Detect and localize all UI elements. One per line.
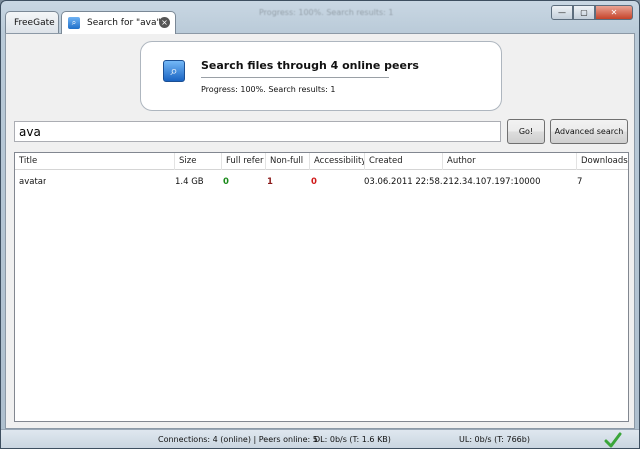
search-summary-card: ⌕ Search files through 4 online peers Pr…: [140, 41, 502, 111]
cell-downloads: 7: [577, 177, 583, 187]
cell-accessibility: 0: [311, 177, 317, 187]
search-icon: ⌕: [163, 60, 185, 82]
search-heading: Search files through 4 online peers: [201, 59, 419, 72]
search-progress: Progress: 100%. Search results: 1: [201, 85, 336, 94]
cell-full-refer: 0: [223, 177, 229, 187]
heading-divider: [201, 77, 389, 78]
cell-non-full: 1: [267, 177, 273, 187]
column-header-size[interactable]: Size: [175, 153, 222, 170]
search-panel: ⌕ Search files through 4 online peers Pr…: [5, 33, 635, 429]
tab-label: FreeGate: [14, 17, 55, 28]
cell-created: 03.06.2011 22:58...: [364, 177, 442, 187]
close-tab-icon[interactable]: ×: [159, 17, 170, 28]
go-button[interactable]: Go!: [507, 119, 545, 144]
status-bar: Connections: 4 (online) | Peers online: …: [1, 429, 639, 448]
results-table: Title Size Full refer Non-full Accessibi…: [14, 152, 629, 422]
column-header-downloads[interactable]: Downloads: [577, 153, 628, 170]
column-header-title[interactable]: Title: [15, 153, 175, 170]
column-header-created[interactable]: Created: [365, 153, 443, 170]
close-button[interactable]: ✕: [595, 5, 633, 20]
column-header-non-full[interactable]: Non-full: [266, 153, 310, 170]
connections-status: Connections: 4 (online) | Peers online: …: [158, 435, 318, 444]
cell-size: 1.4 GB: [175, 177, 204, 187]
download-status: DL: 0b/s (T: 1.6 KB): [314, 435, 391, 444]
minimize-button[interactable]: —: [551, 5, 573, 20]
column-header-full-refer[interactable]: Full refer: [222, 153, 266, 170]
upload-status: UL: 0b/s (T: 766b): [459, 435, 530, 444]
search-tab-icon: ⌕: [68, 17, 80, 29]
window-controls: — ▢ ✕: [551, 5, 633, 20]
advanced-search-button[interactable]: Advanced search: [550, 119, 628, 144]
checkmark-icon: [604, 432, 622, 448]
column-header-accessibility[interactable]: Accessibility: [310, 153, 365, 170]
tab-search-ava[interactable]: ⌕ Search for "ava" ×: [61, 11, 176, 34]
app-window: Progress: 100%. Search results: 1 FreeGa…: [0, 0, 640, 449]
cell-title: avatar: [19, 177, 47, 187]
cell-author: 212.34.107.197:10000: [443, 177, 541, 187]
column-header-author[interactable]: Author: [443, 153, 577, 170]
table-header: Title Size Full refer Non-full Accessibi…: [15, 153, 628, 170]
maximize-button[interactable]: ▢: [573, 5, 595, 20]
tab-freegate[interactable]: FreeGate: [5, 11, 59, 33]
table-row[interactable]: avatar 1.4 GB 0 1 0 03.06.2011 22:58... …: [15, 173, 628, 191]
tab-label: Search for "ava": [87, 18, 161, 28]
window-title: Progress: 100%. Search results: 1: [259, 8, 394, 17]
search-input[interactable]: [14, 121, 501, 142]
